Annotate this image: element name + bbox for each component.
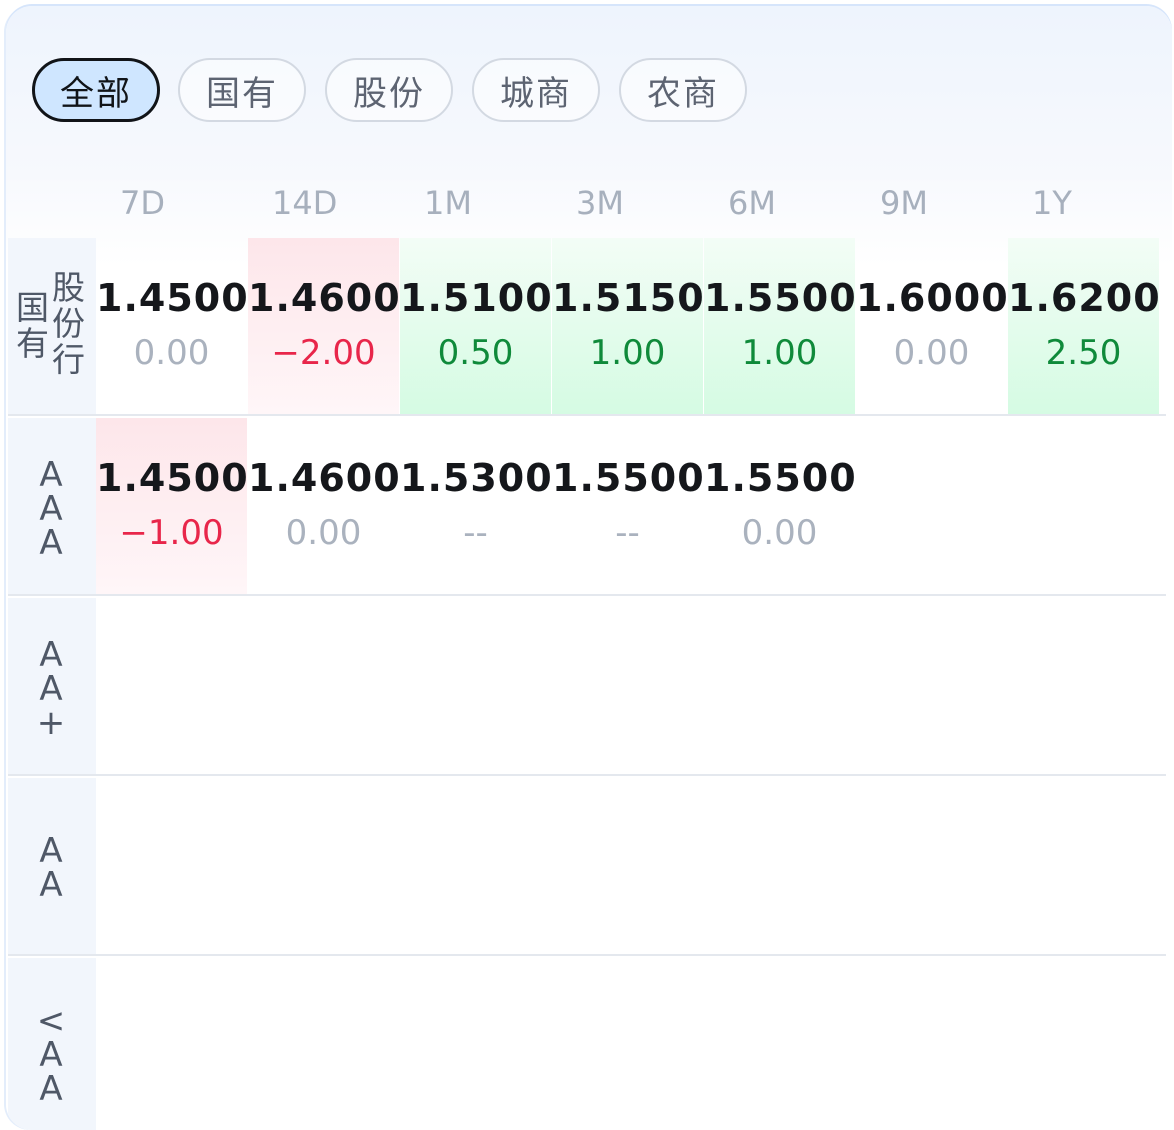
tab-joint-stock[interactable]: 股份 bbox=[325, 58, 453, 122]
rate-change: −1.00 bbox=[119, 513, 224, 553]
rate-value: 1.4600 bbox=[248, 276, 401, 320]
tab-rural-commercial[interactable]: 农商 bbox=[619, 58, 747, 122]
rate-change: 1.00 bbox=[741, 333, 818, 373]
rate-card: 全部 国有 股份 城商 农商 7D 14D 1M 3M 6M 9M 1Y 国 有… bbox=[6, 6, 1172, 1130]
row-label-text: A A + bbox=[36, 635, 66, 743]
table-row: 国 有 股 份 行 1.4500 0.00 1.4600 −2.00 1.510… bbox=[8, 238, 1166, 416]
row-label-right: 股 份 行 bbox=[52, 268, 85, 379]
row-label-text: A A bbox=[39, 831, 63, 905]
rate-cell[interactable]: 1.6200 2.50 bbox=[1008, 238, 1161, 414]
row-label: A A bbox=[8, 778, 96, 954]
table-row: < A A bbox=[8, 958, 1166, 1130]
row-label: A A A bbox=[8, 418, 96, 594]
table-row: A A bbox=[8, 778, 1166, 956]
tab-all[interactable]: 全部 bbox=[32, 58, 160, 122]
tab-state-owned[interactable]: 国有 bbox=[178, 58, 306, 122]
tab-city-commercial[interactable]: 城商 bbox=[472, 58, 600, 122]
rate-cell[interactable]: 1.5150 1.00 bbox=[552, 238, 705, 414]
column-header-7d: 7D bbox=[120, 184, 165, 222]
rate-cell[interactable]: 1.5300 -- bbox=[400, 418, 553, 594]
rate-value: 1.4600 bbox=[248, 456, 401, 500]
rate-change: -- bbox=[615, 513, 640, 553]
rate-change: 0.00 bbox=[133, 333, 210, 373]
row-label: A A + bbox=[8, 598, 96, 774]
rate-value: 1.5500 bbox=[704, 456, 857, 500]
row-label-text: A A A bbox=[39, 455, 63, 563]
filter-tabs: 全部 国有 股份 城商 农商 bbox=[6, 6, 1172, 146]
rate-cell[interactable]: 1.6000 0.00 bbox=[856, 238, 1009, 414]
rate-change: 0.00 bbox=[285, 513, 362, 553]
rate-value: 1.5100 bbox=[400, 276, 553, 320]
rate-cell[interactable]: 1.4500 0.00 bbox=[96, 238, 249, 414]
rate-value: 1.6000 bbox=[856, 276, 1009, 320]
table-row: A A A 1.4500 −1.00 1.4600 0.00 1.5300 --… bbox=[8, 418, 1166, 596]
row-label-left: 国 有 bbox=[16, 288, 49, 363]
rate-value: 1.5150 bbox=[552, 276, 705, 320]
rate-change: 2.50 bbox=[1045, 333, 1122, 373]
rate-value: 1.5500 bbox=[704, 276, 857, 320]
rate-cell[interactable]: 1.4500 −1.00 bbox=[96, 418, 249, 594]
column-header-14d: 14D bbox=[272, 184, 338, 222]
rate-change: 0.00 bbox=[741, 513, 818, 553]
column-header-9m: 9M bbox=[880, 184, 928, 222]
rate-cell[interactable]: 1.5500 1.00 bbox=[704, 238, 857, 414]
column-header-1m: 1M bbox=[424, 184, 472, 222]
rate-value: 1.4500 bbox=[96, 456, 249, 500]
rate-cell[interactable]: 1.5500 -- bbox=[552, 418, 705, 594]
rate-change: 0.50 bbox=[437, 333, 514, 373]
rate-value: 1.4500 bbox=[96, 276, 249, 320]
rate-cell[interactable]: 1.5100 0.50 bbox=[400, 238, 553, 414]
rate-change: 0.00 bbox=[893, 333, 970, 373]
column-header-1y: 1Y bbox=[1032, 184, 1072, 222]
column-header-6m: 6M bbox=[728, 184, 776, 222]
row-label-text: < A A bbox=[36, 1001, 66, 1109]
rate-cell[interactable]: 1.4600 0.00 bbox=[248, 418, 401, 594]
row-label: < A A bbox=[8, 958, 96, 1130]
rate-change: -- bbox=[463, 513, 488, 553]
rate-value: 1.5300 bbox=[400, 456, 553, 500]
row-label: 国 有 股 份 行 bbox=[8, 238, 96, 414]
rate-value: 1.5500 bbox=[552, 456, 705, 500]
column-header-3m: 3M bbox=[576, 184, 624, 222]
rate-value: 1.6200 bbox=[1008, 276, 1161, 320]
rate-cell[interactable]: 1.4600 −2.00 bbox=[248, 238, 401, 414]
rate-cell[interactable]: 1.5500 0.00 bbox=[704, 418, 857, 594]
table-row: A A + bbox=[8, 598, 1166, 776]
rate-change: −2.00 bbox=[271, 333, 376, 373]
rate-change: 1.00 bbox=[589, 333, 666, 373]
